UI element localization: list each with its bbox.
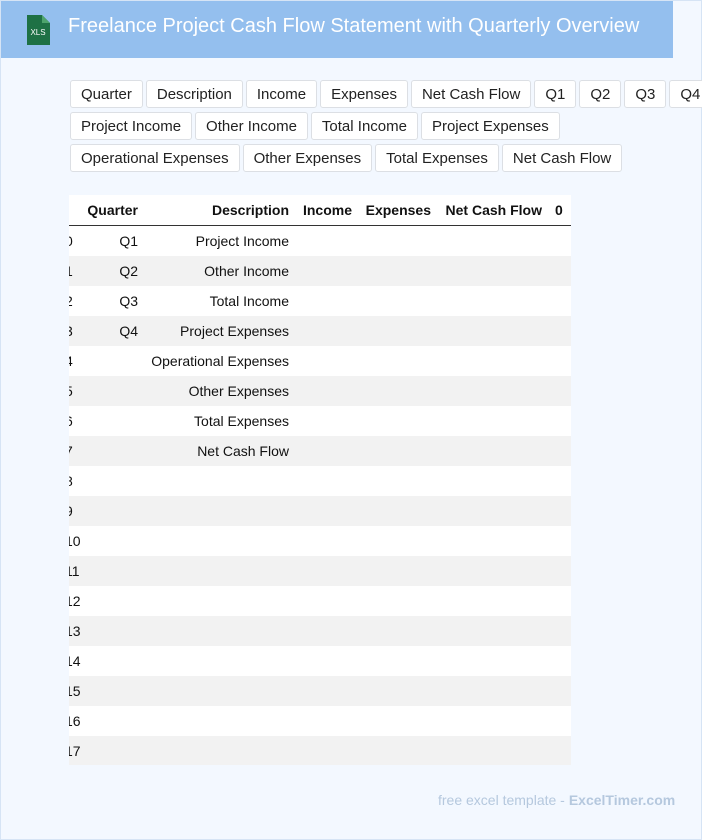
cell-description[interactable]: [149, 466, 289, 496]
cell-quarter[interactable]: [69, 736, 138, 765]
page-frame: XLS Freelance Project Cash Flow Statemen…: [0, 0, 702, 840]
cell-quarter[interactable]: [69, 706, 138, 736]
cell-quarter[interactable]: Q1: [69, 226, 138, 256]
xls-file-icon: XLS: [27, 15, 50, 45]
chip-project-expenses[interactable]: Project Expenses: [420, 112, 560, 140]
data-table: Quarter Description Income Expenses Net …: [69, 195, 571, 765]
page-title: Freelance Project Cash Flow Statement wi…: [68, 15, 640, 37]
table-row: 7Net Cash Flow: [69, 436, 571, 466]
chip-expenses[interactable]: Expenses: [320, 80, 408, 108]
table-row: 15: [69, 676, 571, 706]
chip-row-3: Operational Expenses Other Expenses Tota…: [70, 144, 623, 172]
table-row: 8: [69, 466, 571, 496]
cell-description[interactable]: Total Expenses: [149, 406, 289, 436]
chip-total-income[interactable]: Total Income: [310, 112, 418, 140]
chip-row-1: Quarter Description Income Expenses Net …: [70, 80, 702, 108]
cell-quarter[interactable]: Q3: [69, 286, 138, 316]
footer-text: free excel template -: [438, 792, 565, 808]
footer-credit: free excel template - ExcelTimer.com: [438, 792, 675, 808]
chip-other-expenses[interactable]: Other Expenses: [242, 144, 373, 172]
cell-quarter[interactable]: Q4: [69, 316, 138, 346]
cell-quarter[interactable]: [69, 496, 138, 526]
table-row: 14: [69, 646, 571, 676]
table-row: 6Total Expenses: [69, 406, 571, 436]
cell-quarter[interactable]: [69, 436, 138, 466]
col-header-income[interactable]: Income: [301, 195, 352, 225]
cell-description[interactable]: [149, 646, 289, 676]
cell-description[interactable]: [149, 586, 289, 616]
chip-net-cash-flow[interactable]: Net Cash Flow: [410, 80, 532, 108]
cell-quarter[interactable]: Q2: [69, 256, 138, 286]
chip-row-2: Project Income Other Income Total Income…: [70, 112, 560, 140]
chip-q1[interactable]: Q1: [534, 80, 577, 108]
table-row: 9: [69, 496, 571, 526]
table-row: 10: [69, 526, 571, 556]
cell-quarter[interactable]: [69, 526, 138, 556]
cell-description[interactable]: Total Income: [149, 286, 289, 316]
chip-description[interactable]: Description: [145, 80, 243, 108]
table-header-row: Quarter Description Income Expenses Net …: [69, 195, 571, 226]
cell-description[interactable]: Operational Expenses: [149, 346, 289, 376]
chip-operational-expenses[interactable]: Operational Expenses: [70, 144, 240, 172]
cell-quarter[interactable]: [69, 346, 138, 376]
table-row: 17: [69, 736, 571, 765]
col-header-expenses[interactable]: Expenses: [365, 195, 431, 225]
chip-total-expenses[interactable]: Total Expenses: [375, 144, 499, 172]
table-row: 4Operational Expenses: [69, 346, 571, 376]
cell-description[interactable]: [149, 526, 289, 556]
cell-quarter[interactable]: [69, 376, 138, 406]
cell-description[interactable]: [149, 616, 289, 646]
col-header-quarter[interactable]: Quarter: [69, 195, 138, 225]
cell-description[interactable]: Other Income: [149, 256, 289, 286]
table-row: 2Q3Total Income: [69, 286, 571, 316]
table-row: 13: [69, 616, 571, 646]
chip-project-income[interactable]: Project Income: [70, 112, 193, 140]
chip-q4[interactable]: Q4: [669, 80, 702, 108]
cell-quarter[interactable]: [69, 556, 138, 586]
chip-other-income[interactable]: Other Income: [195, 112, 308, 140]
cell-description[interactable]: [149, 496, 289, 526]
cell-description[interactable]: [149, 676, 289, 706]
cell-description[interactable]: [149, 706, 289, 736]
cell-quarter[interactable]: [69, 616, 138, 646]
col-header-description[interactable]: Description: [149, 195, 289, 225]
chip-income[interactable]: Income: [245, 80, 318, 108]
cell-quarter[interactable]: [69, 676, 138, 706]
col-header-net-cash-flow[interactable]: Net Cash Flow: [444, 195, 542, 225]
table-row: 12: [69, 586, 571, 616]
xls-icon-label: XLS: [30, 28, 45, 37]
cell-description[interactable]: Net Cash Flow: [149, 436, 289, 466]
cell-description[interactable]: Other Expenses: [149, 376, 289, 406]
cell-quarter[interactable]: [69, 466, 138, 496]
table-row: 0Q1Project Income: [69, 226, 571, 256]
cell-description[interactable]: Project Expenses: [149, 316, 289, 346]
cell-description[interactable]: Project Income: [149, 226, 289, 256]
chip-q3[interactable]: Q3: [624, 80, 667, 108]
chip-net-cash-flow-2[interactable]: Net Cash Flow: [501, 144, 623, 172]
cell-description[interactable]: [149, 556, 289, 586]
chip-q2[interactable]: Q2: [579, 80, 622, 108]
chip-quarter[interactable]: Quarter: [70, 80, 143, 108]
cell-quarter[interactable]: [69, 646, 138, 676]
table-row: 16: [69, 706, 571, 736]
table-row: 3Q4Project Expenses: [69, 316, 571, 346]
footer-brand-link[interactable]: ExcelTimer.com: [569, 792, 675, 808]
table-row: 5Other Expenses: [69, 376, 571, 406]
cell-quarter[interactable]: [69, 586, 138, 616]
title-bar: XLS Freelance Project Cash Flow Statemen…: [1, 1, 673, 58]
cell-description[interactable]: [149, 736, 289, 765]
cell-quarter[interactable]: [69, 406, 138, 436]
table-row: 1Q2Other Income: [69, 256, 571, 286]
table-row: 11: [69, 556, 571, 586]
col-header-zero[interactable]: 0: [555, 195, 565, 225]
